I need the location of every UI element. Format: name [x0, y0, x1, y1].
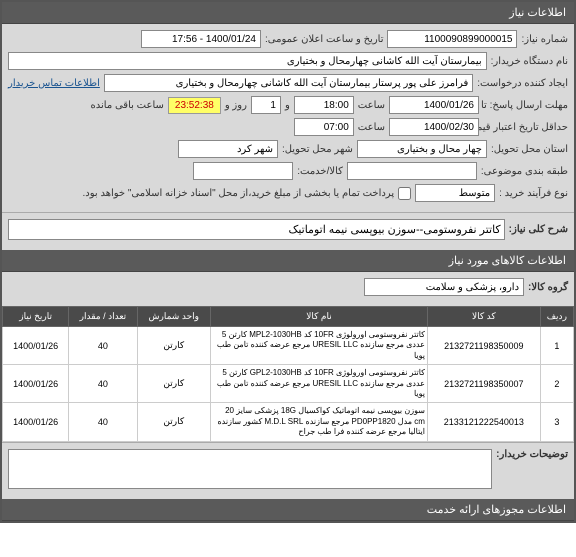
buyer-contact-link[interactable]: اطلاعات تماس خریدار — [8, 78, 100, 89]
cell-unit: کارتن — [137, 365, 210, 403]
group-value: دارو، پزشکی و سلامت — [364, 278, 524, 296]
treasury-checkbox[interactable] — [398, 187, 411, 200]
public-time-value: 1400/01/24 - 17:56 — [141, 30, 261, 48]
section-header-need-info: اطلاعات نیاز — [2, 2, 574, 24]
city-label: شهر محل تحویل: — [282, 144, 353, 155]
deadline-date: 1400/01/26 — [389, 96, 479, 114]
buyer-desc-label: توضیحات خریدار: — [496, 449, 568, 460]
niaz-no-value: 1100090899000015 — [387, 30, 517, 48]
table-row: 32133121222540013سوزن بیوپسی نیمه اتومات… — [3, 403, 574, 441]
col-row: ردیف — [540, 307, 573, 327]
cell-name: کاتتر نفروستومی اورولوژی 10FR کد GPL2-10… — [211, 365, 428, 403]
cell-date: 1400/01/26 — [3, 403, 69, 441]
section-header-goods: اطلاعات کالاهای مورد نیاز — [2, 250, 574, 272]
day-and: و — [285, 100, 290, 111]
niaz-no-label: شماره نیاز: — [521, 34, 568, 45]
cell-idx: 2 — [540, 365, 573, 403]
cell-qty: 40 — [69, 403, 137, 441]
creator-label: ایجاد کننده درخواست: — [477, 78, 568, 89]
service-label: کالا/خدمت: — [297, 166, 343, 177]
table-row: 12132721198350009کاتتر نفروستومی اورولوژ… — [3, 327, 574, 365]
public-time-label: تاریخ و ساعت اعلان عمومی: — [265, 34, 384, 45]
price-valid-date: 1400/02/30 — [389, 118, 479, 136]
process-label: نوع فرآیند خرید : — [499, 188, 568, 199]
buyer-desc-value — [8, 449, 492, 489]
cell-unit: کارتن — [137, 327, 210, 365]
service-value — [193, 162, 293, 180]
days-value: 1 — [251, 96, 281, 114]
cell-name: کاتتر نفروستومی اورولوژی 10FR کد MPL2-10… — [211, 327, 428, 365]
group-label: گروه کالا: — [528, 282, 568, 293]
cell-code: 2132721198350007 — [427, 365, 540, 403]
cell-qty: 40 — [69, 365, 137, 403]
cell-date: 1400/01/26 — [3, 365, 69, 403]
desc-title-label: شرح کلی نیاز: — [509, 224, 568, 235]
province-value: چهار محال و بختیاری — [357, 140, 487, 158]
desc-title-value: کاتتر نفروستومی--سوزن بیوپسی نیمه اتومات… — [8, 219, 505, 240]
budget-value — [347, 162, 477, 180]
day-unit: روز و — [225, 100, 247, 111]
remaining-label: ساعت باقی مانده — [91, 100, 164, 111]
cell-idx: 3 — [540, 403, 573, 441]
cell-name: سوزن بیوپسی نیمه اتوماتیک کواکسیال 18G پ… — [211, 403, 428, 441]
deadline-time-label: ساعت — [358, 100, 385, 111]
col-qty: تعداد / مقدار — [69, 307, 137, 327]
section-header-permits: اطلاعات مجوزهای ارائه خدمت — [2, 499, 574, 521]
table-row: 22132721198350007کاتتر نفروستومی اورولوژ… — [3, 365, 574, 403]
cell-idx: 1 — [540, 327, 573, 365]
creator-value: فرامرز علی پور پرستار بیمارستان آیت الله… — [104, 74, 473, 92]
deadline-time: 18:00 — [294, 96, 354, 114]
cell-code: 2132721198350009 — [427, 327, 540, 365]
budget-label: طبقه بندی موضوعی: — [481, 166, 568, 177]
col-name: نام کالا — [211, 307, 428, 327]
col-code: کد کالا — [427, 307, 540, 327]
cell-date: 1400/01/26 — [3, 327, 69, 365]
deadline-label: مهلت ارسال پاسخ: تا تاریخ: — [483, 100, 568, 111]
cell-qty: 40 — [69, 327, 137, 365]
province-label: استان محل تحویل: — [491, 144, 568, 155]
price-valid-time: 07:00 — [294, 118, 354, 136]
col-unit: واحد شمارش — [137, 307, 210, 327]
city-value: شهر کرد — [178, 140, 278, 158]
countdown-timer: 23:52:38 — [168, 97, 221, 114]
price-valid-label: حداقل تاریخ اعتبار قیمت: تا تاریخ: — [483, 122, 568, 133]
col-date: تاریخ نیاز — [3, 307, 69, 327]
buyer-label: نام دستگاه خریدار: — [491, 56, 568, 67]
cell-unit: کارتن — [137, 403, 210, 441]
payment-note: پرداخت تمام یا بخشی از مبلغ خرید،از محل … — [83, 188, 395, 199]
price-valid-time-label: ساعت — [358, 122, 385, 133]
process-value: متوسط — [415, 184, 495, 202]
goods-table: ردیف کد کالا نام کالا واحد شمارش تعداد /… — [2, 306, 574, 442]
buyer-value: بیمارستان آیت الله کاشانی چهارمحال و بخت… — [8, 52, 487, 70]
cell-code: 2133121222540013 — [427, 403, 540, 441]
